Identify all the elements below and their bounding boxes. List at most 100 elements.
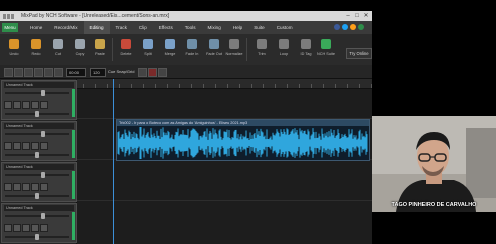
pan-knob[interactable] (35, 193, 39, 199)
ribbon-separator (246, 38, 247, 61)
mute-icon[interactable] (4, 224, 12, 232)
track-buttons (4, 224, 49, 232)
track-settings-icon[interactable] (40, 142, 48, 150)
record-arm-icon[interactable] (22, 224, 30, 232)
paste-button[interactable]: Paste (90, 37, 110, 62)
quick-access-toolbar[interactable] (3, 13, 17, 19)
zoom-in-icon[interactable] (4, 68, 13, 77)
copy-button[interactable]: Copy (70, 37, 90, 62)
volume-knob[interactable] (41, 213, 45, 219)
volume-knob[interactable] (41, 90, 45, 96)
bpm-field[interactable]: 120 (90, 68, 106, 77)
cut-icon (53, 39, 63, 49)
fx-icon[interactable] (31, 142, 39, 150)
tab-custom[interactable]: Custom (271, 21, 299, 34)
tab-track[interactable]: Track (110, 21, 133, 34)
audio-clip[interactable]: Trk002 - Ir para o Boteco com as Amigas … (116, 119, 370, 161)
ruler-tick (95, 84, 96, 88)
zoom-out-icon[interactable] (14, 68, 23, 77)
volume-slider[interactable] (5, 90, 69, 96)
record-arm-icon[interactable] (22, 142, 30, 150)
track-name[interactable]: Unnamed Track (4, 164, 74, 170)
mute-icon[interactable] (4, 142, 12, 150)
pan-slider[interactable] (5, 193, 69, 199)
normalize-button[interactable]: Normalize (224, 37, 244, 62)
select-tool-icon[interactable] (44, 68, 53, 77)
fx-icon[interactable] (31, 224, 39, 232)
close-icon[interactable]: ✕ (362, 11, 370, 21)
snap-dropdown-icon[interactable] (138, 68, 147, 77)
tab-record-mix[interactable]: Record/Mix (48, 21, 83, 34)
track-name[interactable]: Unnamed Track (4, 82, 74, 88)
undo-button[interactable]: Undo (4, 37, 24, 62)
track-header[interactable]: Unnamed Track (1, 80, 77, 120)
scissors-tool-icon[interactable] (54, 68, 63, 77)
solo-icon[interactable] (13, 224, 21, 232)
help-icon[interactable] (350, 24, 356, 30)
track-name[interactable]: Unnamed Track (4, 205, 74, 211)
id-tag-button[interactable]: ID Tag (296, 37, 316, 62)
pan-knob[interactable] (35, 234, 39, 240)
redo-button[interactable]: Redo (26, 37, 46, 62)
volume-knob[interactable] (41, 172, 45, 178)
playhead[interactable] (113, 79, 114, 244)
maximize-icon[interactable]: □ (353, 11, 361, 21)
timeline-ruler[interactable] (77, 79, 372, 89)
mute-icon[interactable] (4, 183, 12, 191)
account-icon[interactable] (358, 24, 364, 30)
track-settings-icon[interactable] (40, 224, 48, 232)
metronome-icon[interactable] (158, 68, 167, 77)
tab-tools[interactable]: Tools (179, 21, 202, 34)
volume-slider[interactable] (5, 131, 69, 137)
split-button[interactable]: Split (138, 37, 158, 62)
track-header[interactable]: Unnamed Track (1, 203, 77, 243)
pan-slider[interactable] (5, 152, 69, 158)
cursor-tool-icon[interactable] (34, 68, 43, 77)
track-name[interactable]: Unnamed Track (4, 123, 74, 129)
twitter-icon[interactable] (342, 24, 348, 30)
tab-mixing[interactable]: Mixing (202, 21, 227, 34)
ribbon-button-label: Fade In (185, 52, 199, 56)
record-icon[interactable] (148, 68, 157, 77)
track-header[interactable]: Unnamed Track (1, 121, 77, 161)
time-field[interactable]: 00:00 (66, 68, 86, 77)
nch-suite-button[interactable]: NCH Suite (316, 37, 336, 62)
fx-icon[interactable] (31, 183, 39, 191)
merge-button[interactable]: Merge (160, 37, 180, 62)
tab-editing[interactable]: Editing (83, 21, 110, 34)
tab-effects[interactable]: Effects (153, 21, 179, 34)
pan-slider[interactable] (5, 234, 69, 240)
facebook-icon[interactable] (334, 24, 340, 30)
cut-button[interactable]: Cut (48, 37, 68, 62)
pan-knob[interactable] (35, 152, 39, 158)
minimize-icon[interactable]: – (344, 11, 352, 21)
trim-button[interactable]: Trim (252, 37, 272, 62)
solo-icon[interactable] (13, 183, 21, 191)
volume-slider[interactable] (5, 213, 69, 219)
volume-knob[interactable] (41, 131, 45, 137)
tab-help[interactable]: Help (227, 21, 248, 34)
track-settings-icon[interactable] (40, 183, 48, 191)
record-arm-icon[interactable] (22, 101, 30, 109)
track-settings-icon[interactable] (40, 101, 48, 109)
solo-icon[interactable] (13, 142, 21, 150)
delete-button[interactable]: Delete (116, 37, 136, 62)
tab-home[interactable]: Home (24, 21, 48, 34)
fade-out-button[interactable]: Fade Out (204, 37, 224, 62)
tab-suite[interactable]: Suite (248, 21, 270, 34)
app-menu-button[interactable]: Menu (2, 23, 18, 32)
loop-button[interactable]: Loop (274, 37, 294, 62)
tab-clip[interactable]: Clip (133, 21, 153, 34)
try-online-button[interactable]: Try Online (346, 48, 372, 59)
fx-icon[interactable] (31, 101, 39, 109)
zoom-fit-icon[interactable] (24, 68, 33, 77)
solo-icon[interactable] (13, 101, 21, 109)
pan-knob[interactable] (35, 111, 39, 117)
record-arm-icon[interactable] (22, 183, 30, 191)
volume-slider[interactable] (5, 172, 69, 178)
track-header[interactable]: Unnamed Track (1, 162, 77, 202)
mute-icon[interactable] (4, 101, 12, 109)
pan-slider[interactable] (5, 111, 69, 117)
timeline-area[interactable]: Trk002 - Ir para o Boteco com as Amigas … (77, 79, 372, 244)
fade-in-button[interactable]: Fade In (182, 37, 202, 62)
